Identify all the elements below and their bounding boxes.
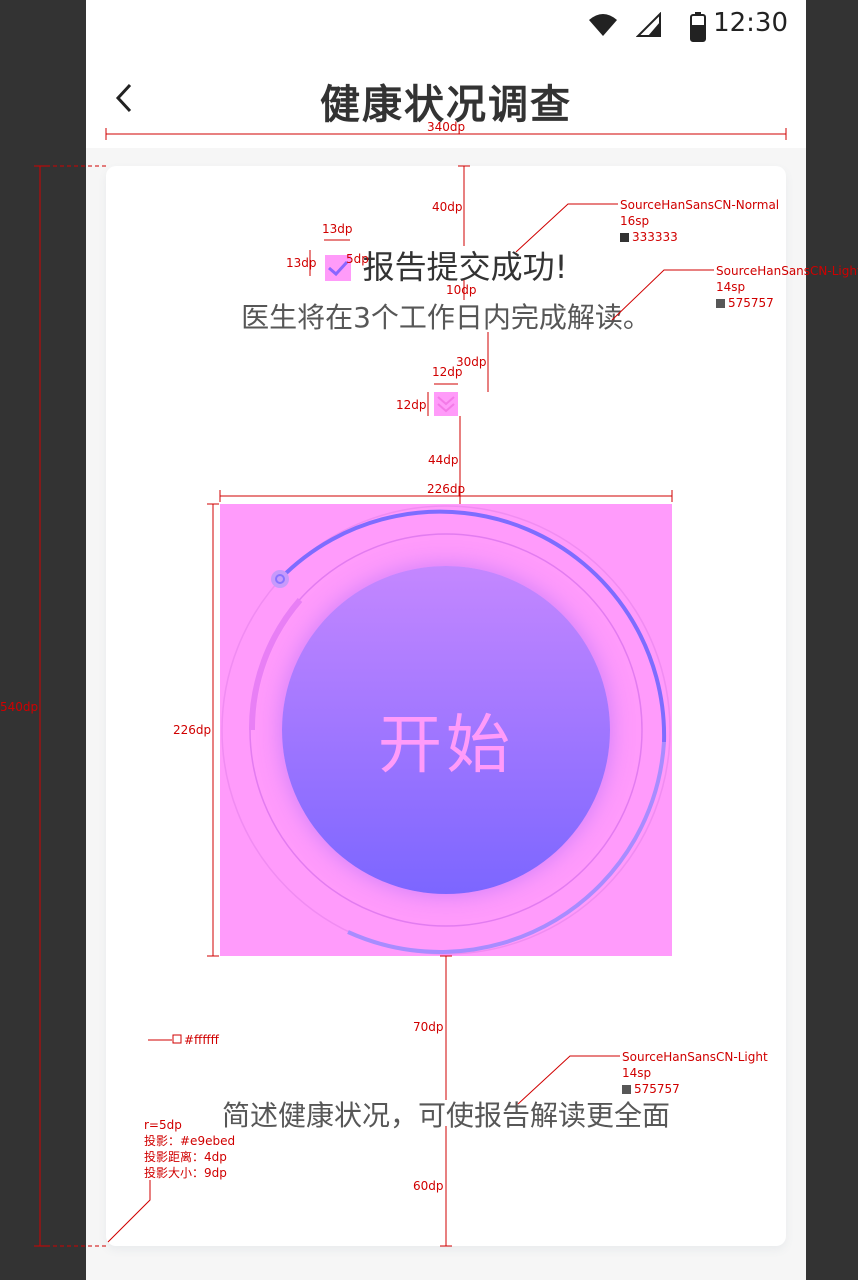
font-name: SourceHanSansCN-Light [716, 264, 858, 278]
annotation-label: 340dp [427, 120, 466, 134]
bg-color-annotation: #ffffff [184, 1033, 219, 1047]
annotation-label: 5dp [346, 252, 369, 266]
font-size: 16sp [620, 214, 650, 228]
success-text: 报告提交成功! [362, 248, 568, 286]
annotation-label: 13dp [286, 256, 317, 270]
start-button[interactable]: 开始 [282, 566, 610, 894]
font-color: 575757 [622, 1081, 768, 1097]
font-size: 14sp [716, 280, 746, 294]
annotation-label: 13dp [322, 222, 353, 236]
annotation-label: 12dp [396, 398, 427, 412]
success-subtext: 医生将在3个工作日内完成解读。 [241, 301, 651, 334]
annotation-label: 40dp [432, 200, 463, 214]
annotation-label: 540dp [0, 700, 39, 714]
font-color: 575757 [716, 295, 858, 311]
font-name: SourceHanSansCN-Light [622, 1050, 768, 1064]
font-name: SourceHanSansCN-Normal [620, 198, 780, 212]
annotation-label: 10dp [446, 283, 477, 297]
annotation-label: 70dp [413, 1020, 444, 1034]
signal-icon [636, 12, 661, 37]
start-label: 开始 [378, 709, 514, 783]
scroll-down-icon[interactable] [434, 392, 458, 416]
status-bar: 12:30 [86, 0, 806, 50]
annotation-label: 226dp [427, 482, 466, 496]
font-size: 14sp [622, 1066, 652, 1080]
status-time: 12:30 [713, 8, 788, 38]
annotation-label: 12dp [432, 365, 463, 379]
font-spec-annotation: SourceHanSansCN-Light 14sp 575757 [716, 263, 858, 311]
battery-icon [690, 12, 706, 42]
annotation-label: 60dp [413, 1179, 444, 1193]
annotation-label: 44dp [428, 453, 459, 467]
annotation-label: 226dp [173, 723, 212, 737]
card-spec-annotation: r=5dp 投影：#e9ebed 投影距离：4dp 投影大小：9dp [144, 1118, 236, 1180]
wifi-icon [589, 14, 617, 36]
font-spec-annotation: SourceHanSansCN-Normal 16sp 333333 [620, 197, 779, 245]
font-spec-annotation: SourceHanSansCN-Light 14sp 575757 [622, 1049, 768, 1097]
start-widget: 开始 [220, 504, 672, 956]
font-color: 333333 [620, 229, 779, 245]
